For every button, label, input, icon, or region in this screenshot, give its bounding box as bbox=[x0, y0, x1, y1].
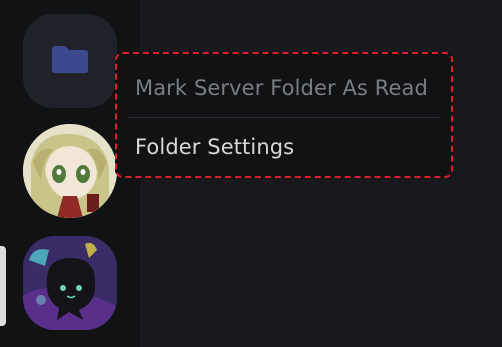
folder-icon bbox=[50, 43, 90, 79]
server-folder-button[interactable] bbox=[23, 14, 117, 108]
mark-folder-as-read-option[interactable]: Mark Server Folder As Read bbox=[123, 60, 445, 116]
dark-creature-image bbox=[23, 236, 117, 330]
server-avatar-dark-creature[interactable] bbox=[23, 236, 117, 330]
folder-context-menu: Mark Server Folder As Read Folder Settin… bbox=[115, 52, 453, 178]
folder-settings-option[interactable]: Folder Settings bbox=[123, 119, 445, 175]
anime-girl-image bbox=[23, 124, 117, 218]
discord-window: Mark Server Folder As Read Folder Settin… bbox=[0, 0, 502, 347]
menu-separator bbox=[127, 117, 441, 118]
selected-server-indicator bbox=[0, 246, 6, 326]
server-avatar-anime-girl[interactable] bbox=[23, 124, 117, 218]
